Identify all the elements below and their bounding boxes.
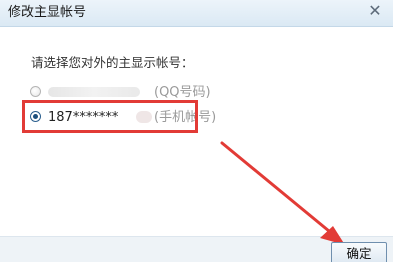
confirm-button[interactable]: 确定	[331, 242, 387, 262]
pointer-arrow-icon	[220, 141, 345, 245]
dialog-window: 修改主显帐号 ✕ 请选择您对外的主显示帐号： (QQ号码) 187*******…	[0, 0, 393, 262]
